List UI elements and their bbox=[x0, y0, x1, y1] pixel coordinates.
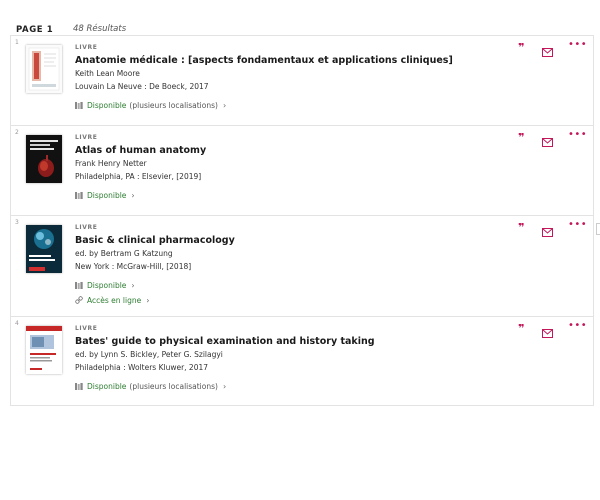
result-actions: ❞ ••• bbox=[518, 220, 587, 237]
availability-link[interactable]: Disponible › bbox=[75, 189, 475, 201]
quote-icon[interactable]: ❞ bbox=[518, 222, 528, 234]
mail-icon[interactable] bbox=[542, 132, 554, 147]
mail-icon[interactable] bbox=[542, 323, 554, 338]
chevron-right-icon: › bbox=[222, 381, 227, 391]
result-author: ed. by Lynn S. Bickley, Peter G. Szilagy… bbox=[75, 350, 223, 359]
result-title[interactable]: Anatomie médicale : [aspects fondamentau… bbox=[75, 55, 475, 68]
result-item[interactable]: 4 LIVRE Bates' guide to physical examina… bbox=[10, 316, 594, 406]
availability-link[interactable]: Disponible › bbox=[75, 279, 475, 291]
divider bbox=[10, 36, 11, 125]
more-options-icon[interactable]: ••• bbox=[568, 321, 587, 335]
result-actions: ❞ ••• bbox=[518, 130, 587, 147]
result-publisher: Philadelphia : Wolters Kluwer, 2017 bbox=[75, 363, 209, 372]
quote-icon[interactable]: ❞ bbox=[518, 323, 528, 335]
availability-status: Disponible bbox=[87, 190, 127, 200]
book-cover-thumbnail[interactable] bbox=[26, 326, 62, 374]
results-count: 48 Résultats bbox=[73, 24, 127, 34]
material-type: LIVRE bbox=[75, 134, 98, 141]
result-item[interactable]: 1 LIVRE Anatomie médicale : [aspects fon… bbox=[10, 35, 594, 125]
chevron-right-icon: › bbox=[131, 280, 135, 290]
more-options-icon[interactable]: ••• bbox=[568, 130, 587, 144]
result-index: 1 bbox=[15, 39, 19, 46]
chevron-right-icon: › bbox=[131, 190, 135, 200]
mail-icon[interactable] bbox=[542, 42, 554, 57]
divider bbox=[10, 126, 11, 215]
link-icon bbox=[75, 296, 83, 304]
online-access-label: Accès en ligne bbox=[87, 295, 142, 305]
availability-link[interactable]: Disponible (plusieurs localisations) › bbox=[75, 99, 475, 111]
chevron-right-icon: › bbox=[222, 100, 227, 110]
book-cover-thumbnail[interactable] bbox=[26, 45, 62, 93]
result-title[interactable]: Atlas of human anatomy bbox=[75, 145, 475, 158]
online-access-link[interactable]: Accès en ligne › bbox=[75, 294, 475, 306]
chevron-right-icon: › bbox=[146, 295, 150, 305]
availability-extra: (plusieurs localisations) bbox=[129, 381, 218, 391]
result-author: ed. by Bertram G Katzung bbox=[75, 249, 173, 258]
result-item[interactable]: 2 LIVRE Atlas of human anatomy Frank Hen… bbox=[10, 125, 594, 215]
result-title[interactable]: Basic & clinical pharmacology bbox=[75, 235, 475, 248]
result-author: Frank Henry Netter bbox=[75, 159, 147, 168]
result-index: 3 bbox=[15, 219, 19, 226]
material-type: LIVRE bbox=[75, 224, 98, 231]
book-cover-thumbnail[interactable] bbox=[26, 135, 62, 183]
divider bbox=[593, 317, 594, 405]
result-author: Keith Lean Moore bbox=[75, 69, 140, 78]
availability-status: Disponible bbox=[87, 100, 127, 110]
quote-icon[interactable]: ❞ bbox=[518, 132, 528, 144]
result-actions: ❞ ••• bbox=[518, 40, 587, 57]
results-list: 1 LIVRE Anatomie médicale : [aspects fon… bbox=[10, 35, 594, 406]
divider bbox=[10, 216, 11, 316]
mail-icon[interactable] bbox=[542, 222, 554, 237]
availability-status: Disponible bbox=[87, 280, 127, 290]
divider bbox=[593, 216, 594, 316]
result-title[interactable]: Bates' guide to physical examination and… bbox=[75, 336, 475, 349]
availability-link[interactable]: Disponible (plusieurs localisations) › bbox=[75, 380, 475, 392]
result-index: 2 bbox=[15, 129, 19, 136]
book-shelf-icon bbox=[75, 281, 83, 289]
availability-status: Disponible bbox=[87, 381, 127, 391]
result-publisher: New York : McGraw-Hill, [2018] bbox=[75, 262, 192, 271]
availability-extra: (plusieurs localisations) bbox=[129, 100, 218, 110]
more-options-icon[interactable]: ••• bbox=[568, 220, 587, 234]
divider bbox=[10, 317, 11, 405]
result-item[interactable]: 3 LIVRE Basic & clinical pharmacology ed… bbox=[10, 215, 594, 316]
scroll-handle[interactable] bbox=[596, 223, 600, 235]
result-index: 4 bbox=[15, 320, 19, 327]
page-label: PAGE 1 bbox=[16, 25, 54, 35]
more-options-icon[interactable]: ••• bbox=[568, 40, 587, 54]
result-actions: ❞ ••• bbox=[518, 321, 587, 338]
result-publisher: Philadelphia, PA : Elsevier, [2019] bbox=[75, 172, 202, 181]
divider bbox=[593, 126, 594, 215]
material-type: LIVRE bbox=[75, 44, 98, 51]
book-shelf-icon bbox=[75, 382, 83, 390]
divider bbox=[593, 36, 594, 125]
book-shelf-icon bbox=[75, 191, 83, 199]
quote-icon[interactable]: ❞ bbox=[518, 42, 528, 54]
book-shelf-icon bbox=[75, 101, 83, 109]
book-cover-thumbnail[interactable] bbox=[26, 225, 62, 273]
material-type: LIVRE bbox=[75, 325, 98, 332]
result-publisher: Louvain La Neuve : De Boeck, 2017 bbox=[75, 82, 209, 91]
